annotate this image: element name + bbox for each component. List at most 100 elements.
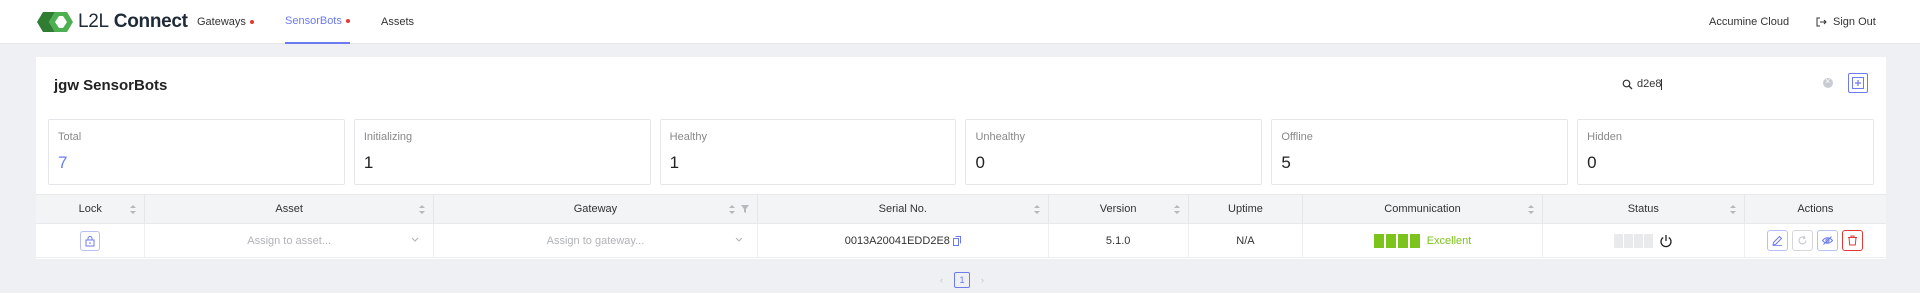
stat-card-total[interactable]: Total 7 bbox=[48, 119, 345, 185]
signout-icon bbox=[1816, 17, 1827, 27]
account-label: Accumine Cloud bbox=[1709, 16, 1790, 28]
column-label: Uptime bbox=[1228, 203, 1263, 215]
lock-cell bbox=[36, 224, 146, 257]
asset-select[interactable]: Assign to asset... bbox=[145, 224, 432, 257]
prev-page-button[interactable]: ‹ bbox=[940, 275, 943, 285]
stat-label: Initializing bbox=[363, 131, 413, 143]
column-header-uptime: Uptime bbox=[1189, 195, 1304, 223]
page-title: jgw SensorBots bbox=[54, 77, 168, 94]
search-input[interactable]: d2e8 bbox=[1622, 73, 1878, 95]
nav-sensorbots[interactable]: SensorBots bbox=[285, 0, 350, 44]
signal-bar bbox=[1397, 233, 1408, 248]
column-label: Actions bbox=[1797, 203, 1834, 215]
alert-dot bbox=[345, 19, 350, 23]
search-value: d2e8 bbox=[1637, 78, 1662, 90]
next-page-button[interactable]: › bbox=[981, 275, 984, 285]
signout-button[interactable]: Sign Out bbox=[1815, 0, 1876, 44]
stat-value: 1 bbox=[363, 153, 374, 172]
column-header-serial[interactable]: Serial No. bbox=[758, 195, 1049, 223]
serial-cell: 0013A20041EDD2E8 bbox=[758, 224, 1049, 257]
search-icon bbox=[1622, 79, 1633, 89]
page-1-button[interactable]: 1 bbox=[954, 272, 970, 288]
stat-label: Healthy bbox=[669, 131, 707, 143]
stat-card-hidden[interactable]: Hidden 0 bbox=[1577, 119, 1874, 185]
nav-label: SensorBots bbox=[285, 15, 342, 27]
delete-button[interactable] bbox=[1842, 230, 1864, 251]
status-bar bbox=[1633, 233, 1643, 248]
refresh-icon bbox=[1798, 235, 1807, 245]
hide-icon bbox=[1822, 236, 1834, 245]
refresh-button[interactable] bbox=[1792, 230, 1814, 251]
status-cell bbox=[1543, 224, 1745, 257]
logo-text: L2L Connect bbox=[78, 11, 188, 32]
column-label: Lock bbox=[78, 203, 102, 215]
column-header-lock[interactable]: Lock bbox=[36, 195, 146, 223]
column-header-version[interactable]: Version bbox=[1049, 195, 1189, 223]
status-bar bbox=[1643, 233, 1653, 248]
column-header-communication[interactable]: Communication bbox=[1303, 195, 1543, 223]
gateway-select[interactable]: Assign to gateway... bbox=[434, 224, 757, 257]
stat-label: Unhealthy bbox=[975, 131, 1026, 143]
column-label: Serial No. bbox=[878, 203, 927, 215]
edit-icon bbox=[1772, 235, 1783, 246]
gateway-cell: Assign to gateway... bbox=[434, 224, 759, 257]
status-bars bbox=[1613, 233, 1653, 248]
account-menu[interactable]: Accumine Cloud bbox=[1709, 0, 1789, 44]
logo-icon bbox=[37, 12, 73, 32]
stat-value: 5 bbox=[1281, 153, 1291, 172]
uptime-cell: N/A bbox=[1189, 224, 1304, 257]
pagination: ‹ 1 › bbox=[940, 272, 984, 288]
nav-gateways[interactable]: Gateways bbox=[197, 0, 254, 44]
stat-card-unhealthy[interactable]: Unhealthy 0 bbox=[965, 119, 1263, 185]
add-sensorbot-button[interactable] bbox=[1848, 73, 1868, 93]
hide-button[interactable] bbox=[1817, 230, 1839, 251]
chevron-down-icon bbox=[735, 237, 743, 242]
power-icon[interactable] bbox=[1659, 234, 1673, 248]
sort-icon[interactable] bbox=[729, 204, 736, 215]
copy-icon[interactable] bbox=[952, 235, 961, 246]
lock-button[interactable] bbox=[80, 230, 101, 251]
stat-card-offline[interactable]: Offline 5 bbox=[1271, 119, 1569, 185]
sort-icon[interactable] bbox=[1527, 204, 1534, 215]
status-bar bbox=[1623, 233, 1633, 248]
column-label: Version bbox=[1099, 203, 1137, 215]
column-header-gateway[interactable]: Gateway bbox=[434, 195, 759, 223]
stat-label: Offline bbox=[1281, 131, 1313, 143]
sort-icon[interactable] bbox=[1173, 204, 1180, 215]
actions-cell bbox=[1745, 224, 1886, 257]
serial-number: 0013A20041EDD2E8 bbox=[844, 234, 950, 247]
sensorbots-table: Lock Asset Gateway Serial No. Version Up… bbox=[36, 194, 1886, 258]
logo[interactable]: L2L Connect bbox=[36, 10, 188, 34]
column-header-status[interactable]: Status bbox=[1543, 195, 1745, 223]
lock-icon bbox=[85, 235, 95, 246]
table-header: Lock Asset Gateway Serial No. Version Up… bbox=[36, 194, 1886, 224]
stat-value: 1 bbox=[669, 153, 680, 172]
nav-assets[interactable]: Assets bbox=[381, 0, 414, 44]
sort-icon[interactable] bbox=[1729, 204, 1736, 215]
add-icon bbox=[1852, 77, 1864, 89]
version-cell: 5.1.0 bbox=[1049, 224, 1189, 257]
column-header-actions: Actions bbox=[1745, 195, 1886, 223]
uptime-value: N/A bbox=[1236, 234, 1255, 247]
stat-card-initializing[interactable]: Initializing 1 bbox=[353, 119, 651, 185]
signal-bars bbox=[1373, 233, 1420, 248]
version-value: 5.1.0 bbox=[1105, 234, 1131, 247]
sort-icon[interactable] bbox=[418, 204, 425, 215]
sort-icon[interactable] bbox=[1033, 204, 1040, 215]
asset-cell: Assign to asset... bbox=[145, 224, 434, 257]
stat-label: Total bbox=[58, 131, 82, 143]
sort-icon[interactable] bbox=[130, 204, 137, 215]
clear-icon[interactable] bbox=[1823, 76, 1833, 88]
column-label: Status bbox=[1627, 203, 1659, 215]
edit-button[interactable] bbox=[1767, 230, 1789, 251]
sensorbots-panel: jgw SensorBots d2e8 Total 7 Initializing… bbox=[36, 57, 1886, 259]
stat-card-healthy[interactable]: Healthy 1 bbox=[659, 119, 957, 185]
nav-label: Assets bbox=[381, 16, 415, 28]
communication-label: Excellent bbox=[1426, 234, 1472, 247]
status-bar bbox=[1613, 233, 1623, 248]
communication-cell: Excellent bbox=[1303, 224, 1543, 257]
signal-bar bbox=[1385, 233, 1396, 248]
filter-icon[interactable] bbox=[741, 205, 750, 213]
column-header-asset[interactable]: Asset bbox=[145, 195, 434, 223]
text-caret bbox=[1661, 78, 1663, 90]
